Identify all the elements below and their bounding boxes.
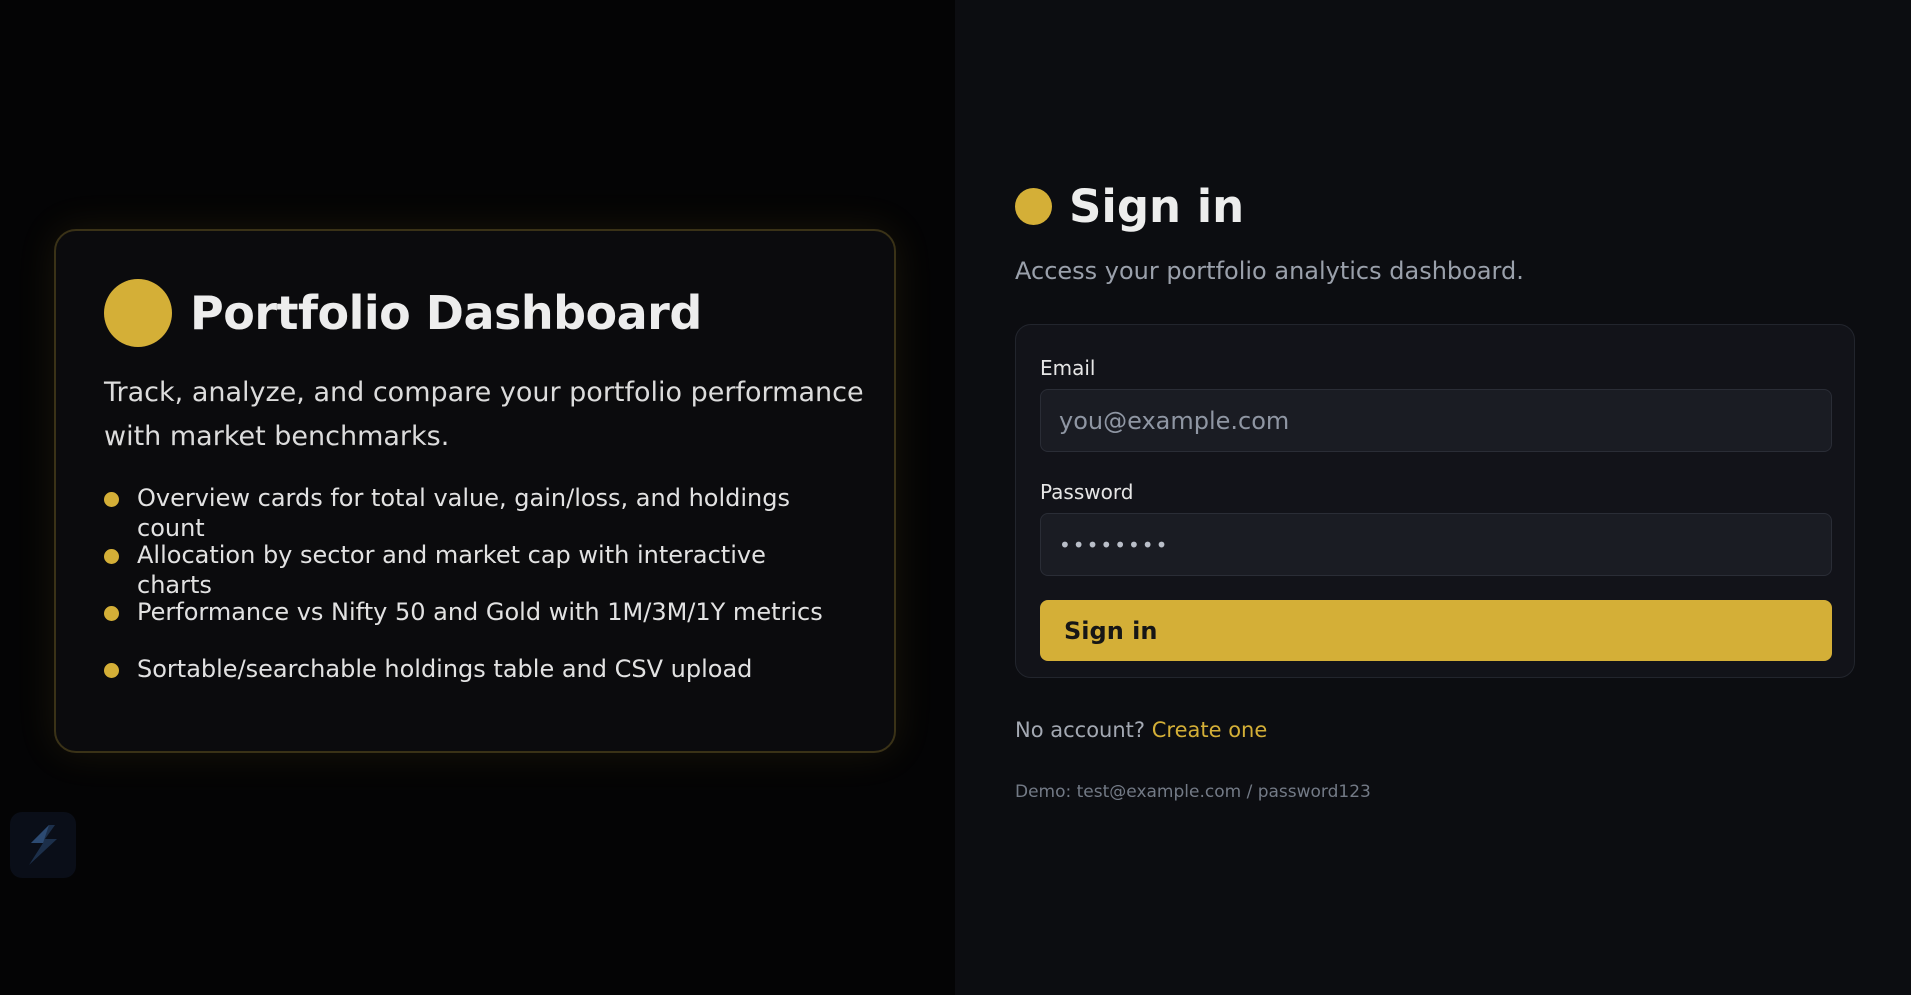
feature-list: Overview cards for total value, gain/los… (104, 483, 846, 711)
create-account-link[interactable]: Create one (1152, 718, 1268, 742)
feature-text: Performance vs Nifty 50 and Gold with 1M… (137, 598, 823, 626)
email-field[interactable] (1040, 389, 1832, 452)
feature-item: Sortable/searchable holdings table and C… (104, 654, 846, 711)
password-label: Password (1040, 480, 1134, 504)
feature-item: Performance vs Nifty 50 and Gold with 1M… (104, 597, 846, 654)
signin-header: Sign in (1015, 180, 1244, 233)
hero-card: Portfolio Dashboard Track, analyze, and … (54, 229, 896, 753)
no-account-row: No account? Create one (1015, 718, 1267, 742)
hero-header: Portfolio Dashboard (104, 279, 846, 347)
no-account-text: No account? (1015, 718, 1146, 742)
dot-bullet-icon (104, 606, 119, 621)
dot-bullet-icon (104, 492, 119, 507)
signin-title: Sign in (1069, 180, 1245, 233)
signin-button[interactable]: Sign in (1040, 600, 1832, 661)
dot-bullet-icon (104, 549, 119, 564)
circle-logo-icon (104, 279, 172, 347)
bolt-badge-icon[interactable] (10, 812, 76, 878)
password-field[interactable]: •••••••• (1040, 513, 1832, 576)
signin-subtitle: Access your portfolio analytics dashboar… (1015, 257, 1524, 285)
feature-text: Sortable/searchable holdings table and C… (137, 655, 753, 683)
feature-item: Allocation by sector and market cap with… (104, 540, 846, 599)
hero-description: Track, analyze, and compare your portfol… (104, 377, 864, 452)
circle-logo-icon (1015, 188, 1052, 225)
feature-text: Overview cards for total value, gain/los… (137, 484, 791, 542)
feature-item: Overview cards for total value, gain/los… (104, 483, 846, 542)
dot-bullet-icon (104, 663, 119, 678)
email-label: Email (1040, 356, 1096, 380)
hero-title: Portfolio Dashboard (190, 286, 702, 340)
bolt-shape-icon (29, 825, 57, 865)
feature-text: Allocation by sector and market cap with… (137, 541, 766, 599)
left-panel: Portfolio Dashboard Track, analyze, and … (0, 0, 955, 995)
demo-credentials-note: Demo: test@example.com / password123 (1015, 782, 1371, 802)
signin-form: Email Password •••••••• Sign in (1015, 324, 1855, 678)
